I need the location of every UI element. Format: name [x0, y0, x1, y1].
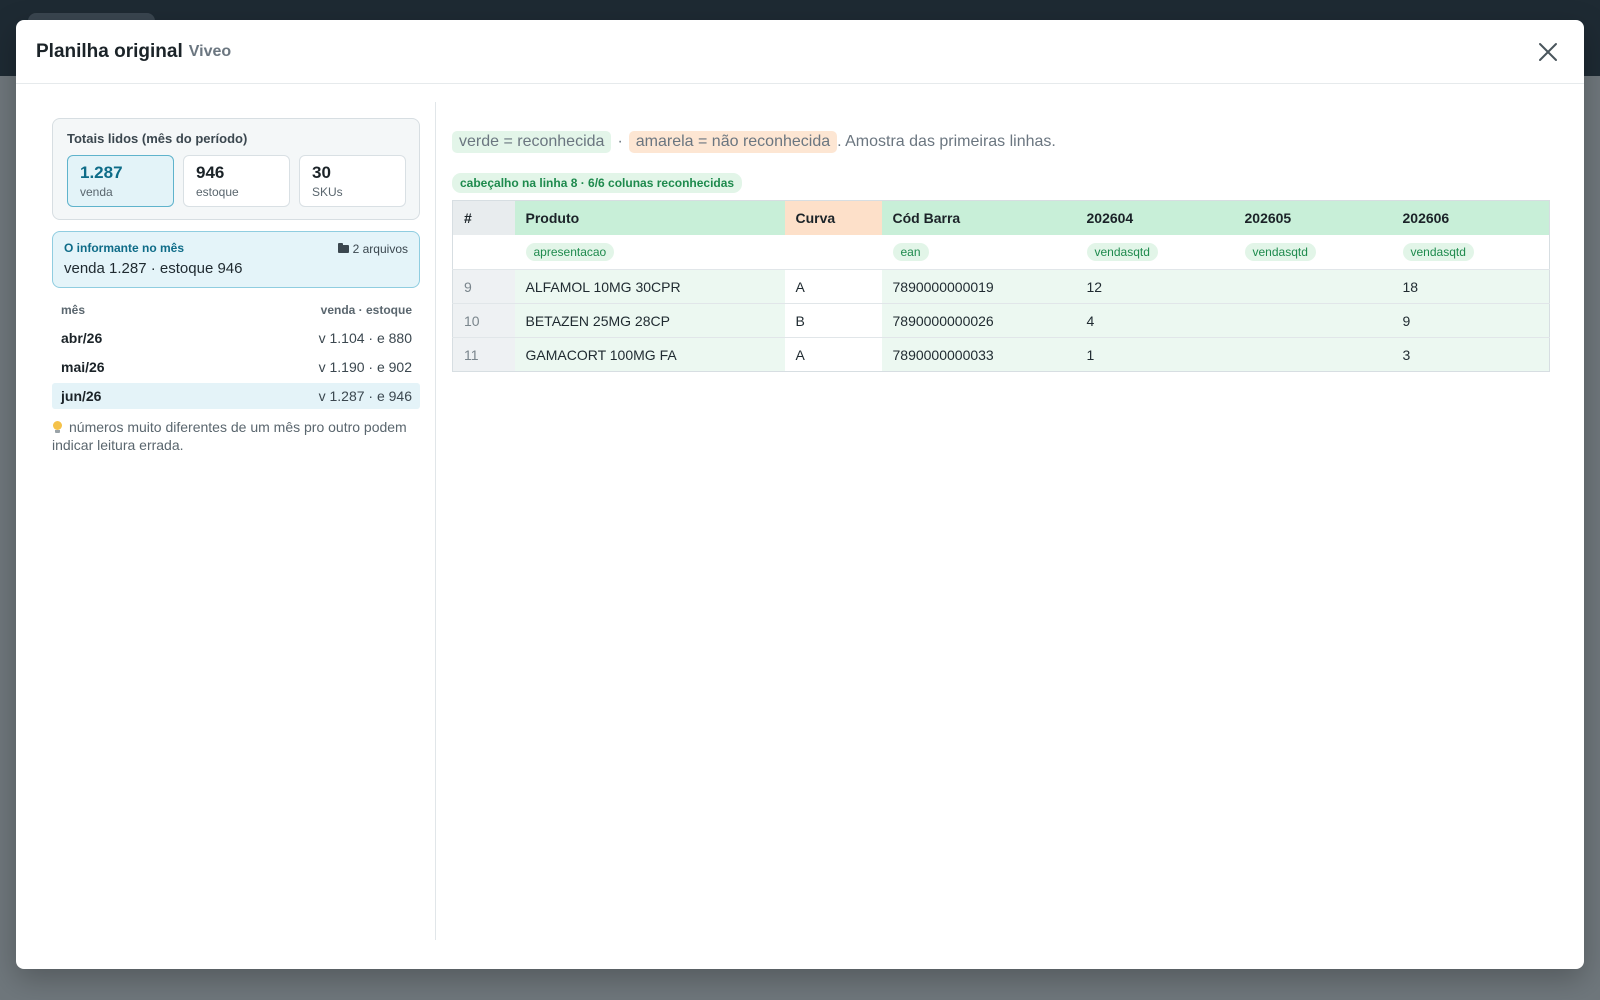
spreadsheet-modal: Planilha original Viveo Totais lidos (mê… [16, 20, 1584, 969]
total-skus-box[interactable]: 30 SKUs [299, 155, 406, 207]
month-label: mai/26 [61, 359, 105, 375]
total-estoque-label: estoque [196, 185, 239, 199]
panel-divider [435, 102, 436, 940]
total-venda-value: 1.287 [80, 163, 123, 182]
mapping-cell [784, 234, 882, 270]
cell-cod-barra: 7890000000019 [881, 269, 1076, 304]
files-count[interactable]: 2 arquivos [337, 242, 408, 256]
total-estoque-value: 946 [196, 163, 225, 182]
header-detection-badge: cabeçalho na linha 8 · 6/6 colunas recon… [452, 173, 743, 193]
files-count-label: 2 arquivos [352, 242, 408, 256]
totals-boxes: 1.287 venda 946 estoque 30 SKUs [67, 155, 406, 207]
table-row: 11 GAMACORT 100MG FA A 7890000000033 1 3 [452, 337, 1550, 372]
cell-202604: 1 [1075, 337, 1234, 372]
column-header: # [452, 200, 515, 235]
cell-202606: 18 [1391, 269, 1550, 304]
close-button[interactable] [1536, 40, 1560, 64]
total-estoque-box[interactable]: 946 estoque [183, 155, 290, 207]
row-number: 11 [452, 337, 515, 372]
hint-text: números muito diferentes de um mês pro o… [52, 418, 420, 454]
totals-title: Totais lidos (mês do período) [67, 131, 248, 146]
cell-curva: B [784, 303, 882, 338]
cell-202605 [1233, 269, 1392, 304]
column-header: Cód Barra [881, 200, 1076, 235]
row-number: 9 [452, 269, 515, 304]
color-legend: verde = reconhecida · amarela = não reco… [452, 131, 1548, 153]
totals-card: Totais lidos (mês do período) 1.287 vend… [52, 118, 420, 220]
table-row: 10 BETAZEN 25MG 28CP B 7890000000026 4 9 [452, 303, 1550, 338]
cell-cod-barra: 7890000000033 [881, 337, 1076, 372]
total-venda-label: venda [80, 185, 113, 199]
mapping-chip: vendasqtd [1402, 242, 1474, 261]
month-label: abr/26 [61, 330, 103, 346]
cell-curva: A [784, 269, 882, 304]
legend-recognized: verde = reconhecida [452, 131, 612, 153]
cell-produto: ALFAMOL 10MG 30CPR [514, 269, 785, 304]
cell-produto: BETAZEN 25MG 28CP [514, 303, 785, 338]
column-header: Produto [514, 200, 785, 235]
column-header-unrecognized: Curva [784, 200, 882, 235]
month-values: v 1.190 · e 902 [318, 359, 412, 375]
column-header: 202604 [1075, 200, 1234, 235]
mapping-cell: vendasqtd [1075, 234, 1234, 270]
months-table: mês venda · estoque abr/26 v 1.104 · e 8… [52, 299, 420, 409]
informant-summary: venda 1.287 · estoque 946 [64, 260, 243, 277]
total-venda-box[interactable]: 1.287 venda [67, 155, 174, 207]
cell-202606: 9 [1391, 303, 1550, 338]
months-header-values: venda · estoque [320, 303, 412, 317]
cell-202604: 4 [1075, 303, 1234, 338]
informant-card: O informante no mês 2 arquivos venda 1.2… [52, 231, 420, 288]
lightbulb-icon [52, 421, 63, 434]
mapping-chip: vendasqtd [1244, 242, 1316, 261]
table-header-row: # Produto Curva Cód Barra 202604 202605 … [452, 200, 1550, 235]
mapping-chip: apresentacao [525, 242, 615, 261]
month-row-selected[interactable]: jun/26 v 1.287 · e 946 [52, 383, 420, 409]
summary-panel: Totais lidos (mês do período) 1.287 vend… [52, 118, 420, 454]
mapping-cell: ean [881, 234, 1076, 270]
months-header-month: mês [61, 303, 86, 317]
hint-label: números muito diferentes de um mês pro o… [52, 419, 407, 453]
mapping-cell: vendasqtd [1391, 234, 1550, 270]
month-values: v 1.287 · e 946 [318, 388, 412, 404]
folder-icon [337, 243, 349, 253]
month-row[interactable]: mai/26 v 1.190 · e 902 [52, 354, 420, 380]
total-skus-value: 30 [312, 163, 331, 182]
close-icon[interactable] [1536, 40, 1560, 64]
legend-unrecognized: amarela = não reconhecida [628, 131, 838, 153]
month-label: jun/26 [61, 388, 102, 404]
cell-cod-barra: 7890000000026 [881, 303, 1076, 338]
modal-title: Planilha original [36, 40, 183, 62]
cell-produto: GAMACORT 100MG FA [514, 337, 785, 372]
cell-202606: 3 [1391, 337, 1550, 372]
table-row: 9 ALFAMOL 10MG 30CPR A 7890000000019 12 … [452, 269, 1550, 304]
spreadsheet-panel: verde = reconhecida · amarela = não reco… [452, 131, 1550, 372]
mapping-cell [452, 234, 515, 270]
modal-subtitle: Viveo [188, 42, 232, 60]
mapping-chip: ean [892, 242, 929, 261]
months-table-header: mês venda · estoque [52, 299, 420, 325]
column-header: 202605 [1233, 200, 1392, 235]
cell-curva: A [784, 337, 882, 372]
legend-note: . Amostra das primeiras linhas. [837, 133, 1056, 150]
mapping-cell: vendasqtd [1233, 234, 1392, 270]
mapping-chip: vendasqtd [1086, 242, 1158, 261]
cell-202605 [1233, 337, 1392, 372]
row-number: 10 [452, 303, 515, 338]
month-row[interactable]: abr/26 v 1.104 · e 880 [52, 325, 420, 351]
legend-separator: · [617, 133, 623, 150]
cell-202605 [1233, 303, 1392, 338]
cell-202604: 12 [1075, 269, 1234, 304]
modal-header: Planilha original Viveo [16, 20, 1584, 84]
column-header: 202606 [1391, 200, 1550, 235]
month-values: v 1.104 · e 880 [318, 330, 412, 346]
modal-body: Totais lidos (mês do período) 1.287 vend… [16, 85, 1584, 969]
spreadsheet-table: # Produto Curva Cód Barra 202604 202605 … [452, 200, 1550, 372]
total-skus-label: SKUs [312, 185, 343, 199]
mapping-cell: apresentacao [514, 234, 785, 270]
column-mapping-row: apresentacao ean vendasqtd vendasqtd ven… [452, 234, 1550, 270]
